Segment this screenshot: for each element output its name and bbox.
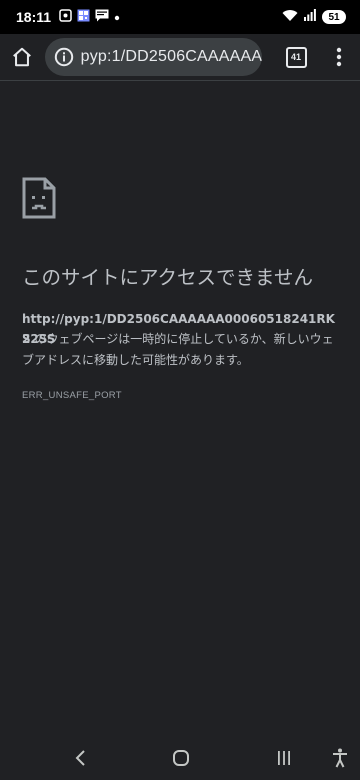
- omnibox[interactable]: pyp:1/DD2506CAAAAAA00060518241RK22SS: [44, 38, 262, 76]
- url-text[interactable]: pyp:1/DD2506CAAAAAA00060518241RK22SS: [81, 48, 262, 66]
- accessibility-button[interactable]: [326, 736, 354, 780]
- status-time: 18:11: [16, 9, 52, 25]
- error-title: このサイトにアクセスできません: [22, 266, 313, 289]
- error-message-text: のウェブページは一時的に停止しているか、新しいウェブアドレスに移動した可能性があ…: [22, 332, 334, 367]
- browser-toolbar: pyp:1/DD2506CAAAAAA00060518241RK22SS 41: [0, 34, 360, 80]
- recents-icon: [278, 751, 290, 765]
- sad-page-icon: [22, 177, 56, 219]
- home-button[interactable]: [1, 35, 44, 79]
- wifi-icon: [282, 9, 298, 26]
- status-system-icons: 51: [282, 9, 346, 26]
- toolbar-divider: [0, 80, 360, 81]
- screenshot-icon: [59, 8, 72, 26]
- site-info-icon[interactable]: [51, 44, 77, 70]
- navigation-bar: [0, 736, 360, 780]
- battery-icon: 51: [322, 10, 346, 24]
- menu-button[interactable]: [317, 35, 360, 79]
- battery-level: 51: [328, 11, 340, 23]
- home-circle-icon: [173, 750, 189, 766]
- more-vert-icon: [336, 47, 341, 67]
- accessibility-icon: [333, 748, 347, 768]
- tab-count: 41: [285, 46, 307, 68]
- status-notification-icons: [59, 8, 120, 26]
- recents-button[interactable]: [266, 736, 302, 780]
- back-icon: [75, 750, 85, 766]
- error-message: S のウェブページは一時的に停止しているか、新しいウェブアドレスに移動した可能性…: [22, 329, 340, 371]
- tab-switcher-button[interactable]: 41: [275, 35, 318, 79]
- home-nav-button[interactable]: [163, 736, 199, 780]
- back-button[interactable]: [62, 736, 98, 780]
- error-url-tail: S: [22, 332, 31, 346]
- home-icon: [13, 47, 32, 67]
- signal-icon: [304, 9, 316, 25]
- dot-icon: [114, 10, 120, 25]
- message-icon: [95, 9, 109, 26]
- qr-icon: [77, 9, 90, 26]
- error-code: ERR_UNSAFE_PORT: [22, 390, 122, 401]
- status-bar: 18:11 51: [0, 0, 360, 34]
